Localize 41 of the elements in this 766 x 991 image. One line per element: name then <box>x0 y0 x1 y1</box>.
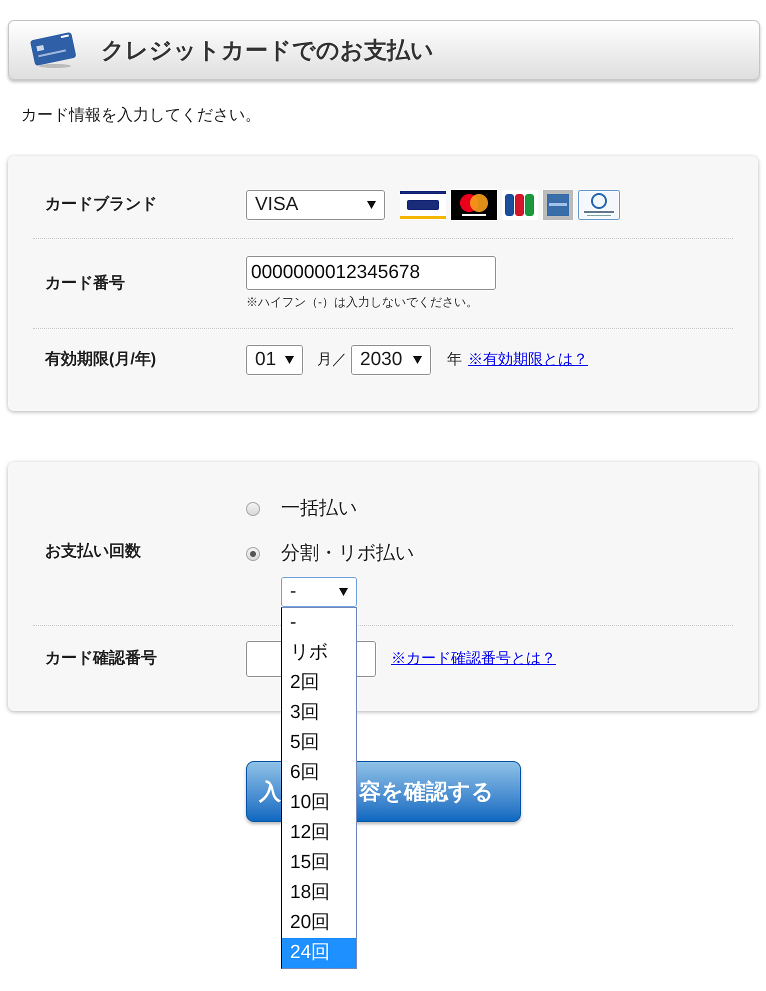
radio-button[interactable] <box>246 547 260 561</box>
unit-label: 月／ <box>317 350 347 370</box>
caret-icon <box>413 356 422 364</box>
brand-select[interactable]: VISA <box>246 190 385 220</box>
option-label: 分割・リボ払い <box>281 542 414 566</box>
option-label: 一括払い <box>281 496 357 521</box>
help-link[interactable]: ※有効期限とは？ <box>468 348 588 372</box>
dropdown-option[interactable]: 18回 <box>282 878 356 908</box>
dropdown-option[interactable]: 6回 <box>282 758 356 788</box>
intro-text: カード情報を入力してください。 <box>21 106 262 126</box>
caret-icon <box>339 588 348 596</box>
field-label: カード確認番号 <box>44 648 158 669</box>
card-logo-icon <box>578 190 620 220</box>
field-label: 有効期限(月/年) <box>44 350 158 370</box>
month-select[interactable]: 01 <box>246 345 303 375</box>
card-logo-icon <box>543 190 573 220</box>
caret-icon <box>367 201 376 209</box>
dropdown-option[interactable]: 5回 <box>282 728 356 758</box>
dropdown-option[interactable]: リボ <box>282 638 356 668</box>
field-label: お支払い回数 <box>44 542 142 562</box>
card-logo-icon <box>502 190 538 220</box>
installments-select[interactable]: - <box>281 577 357 607</box>
card-number-field[interactable]: 0000000012345678 <box>246 256 496 290</box>
field-label: カードブランド <box>44 194 158 215</box>
caret-icon <box>285 356 294 364</box>
dropdown-option[interactable]: 2回 <box>282 668 356 698</box>
radio-button[interactable] <box>246 502 260 516</box>
dropdown-option[interactable]: 10回 <box>282 788 356 818</box>
card-logo-icon <box>400 190 446 220</box>
dropdown-option[interactable]: 3回 <box>282 698 356 728</box>
help-link[interactable]: ※カード確認番号とは？ <box>391 648 556 670</box>
dropdown-option[interactable]: 15回 <box>282 848 356 878</box>
dropdown-option[interactable]: 20回 <box>282 908 356 938</box>
credit-card-icon <box>29 30 77 70</box>
unit-label: 年 <box>447 350 462 370</box>
page-title: クレジットカードでのお支払い <box>101 36 434 65</box>
hint-text: ※ハイフン（-）は入力しないでください。 <box>246 294 479 311</box>
year-select[interactable]: 2030 <box>351 345 431 375</box>
field-label: カード番号 <box>44 273 126 294</box>
dropdown-option[interactable]: - <box>282 608 356 638</box>
card-logo-icon <box>451 190 497 220</box>
